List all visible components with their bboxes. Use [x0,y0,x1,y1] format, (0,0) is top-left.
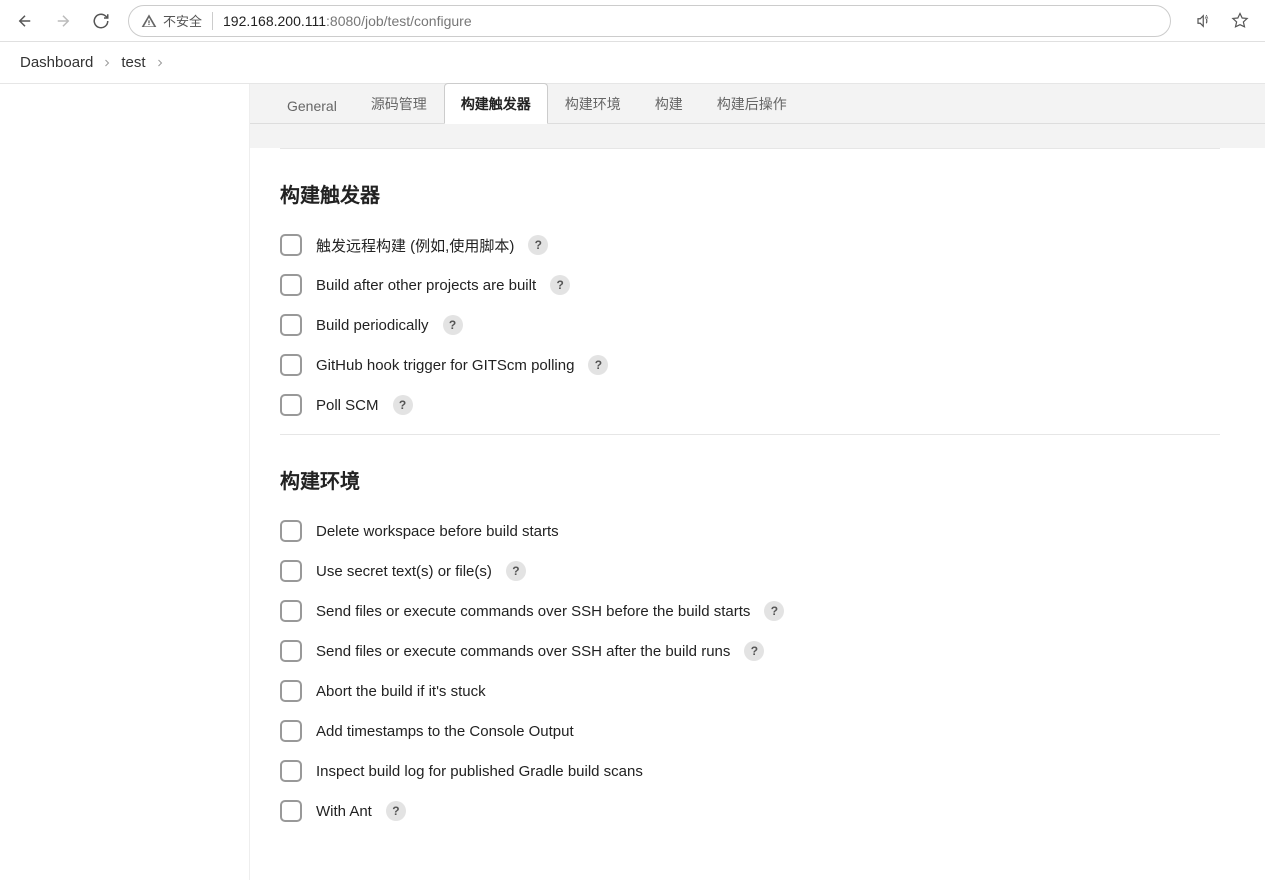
help-icon[interactable]: ? [550,275,570,295]
checkbox-poll-scm[interactable] [280,394,302,416]
help-icon[interactable]: ? [506,561,526,581]
section-title-env: 构建环境 [280,465,1220,494]
option-label: Abort the build if it's stuck [316,683,486,700]
option-label: Inspect build log for published Gradle b… [316,763,643,780]
option-with-ant: With Ant ? [280,800,1220,822]
checkbox-inspect-gradle[interactable] [280,760,302,782]
option-github-hook: GitHub hook trigger for GITScm polling ? [280,354,1220,376]
option-label: Build periodically [316,317,429,334]
back-button[interactable] [8,4,42,38]
help-icon[interactable]: ? [443,315,463,335]
tab-build[interactable]: 构建 [638,83,700,123]
checkbox-github-hook[interactable] [280,354,302,376]
option-poll-scm: Poll SCM ? [280,394,1220,416]
option-remote-trigger: 触发远程构建 (例如,使用脚本) ? [280,234,1220,256]
tab-build-env[interactable]: 构建环境 [548,83,638,123]
reload-button[interactable] [84,4,118,38]
option-label: Use secret text(s) or file(s) [316,563,492,580]
checkbox-add-timestamps[interactable] [280,720,302,742]
option-delete-workspace: Delete workspace before build starts [280,520,1220,542]
breadcrumb-dashboard[interactable]: Dashboard [20,54,93,71]
option-label: Send files or execute commands over SSH … [316,643,730,660]
checkbox-with-ant[interactable] [280,800,302,822]
browser-right-actions: A [1187,4,1257,38]
reload-icon [92,12,110,30]
option-build-periodically: Build periodically ? [280,314,1220,336]
insecure-label: 不安全 [163,11,202,30]
tab-scm[interactable]: 源码管理 [354,83,444,123]
checkbox-abort-if-stuck[interactable] [280,680,302,702]
arrow-left-icon [16,12,34,30]
help-icon[interactable]: ? [588,355,608,375]
option-build-after-others: Build after other projects are built ? [280,274,1220,296]
chevron-right-icon [154,57,166,69]
tab-build-triggers[interactable]: 构建触发器 [444,83,548,124]
forward-button[interactable] [46,4,80,38]
option-label: 触发远程构建 (例如,使用脚本) [316,235,514,256]
config-tabs: General 源码管理 构建触发器 构建环境 构建 构建后操作 [250,84,1265,124]
help-icon[interactable]: ? [386,801,406,821]
help-icon[interactable]: ? [764,601,784,621]
section-build-env: 构建环境 Delete workspace before build start… [280,435,1220,822]
warning-triangle-icon [141,13,157,29]
chevron-right-icon [101,57,113,69]
checkbox-delete-workspace[interactable] [280,520,302,542]
breadcrumb-job[interactable]: test [121,54,145,71]
checkbox-remote-trigger[interactable] [280,234,302,256]
option-label: Poll SCM [316,397,379,414]
option-label: Add timestamps to the Console Output [316,723,574,740]
option-label: Delete workspace before build starts [316,523,559,540]
read-aloud-icon: A [1195,12,1213,30]
option-label: With Ant [316,803,372,820]
option-inspect-gradle: Inspect build log for published Gradle b… [280,760,1220,782]
option-abort-if-stuck: Abort the build if it's stuck [280,680,1220,702]
option-ssh-before: Send files or execute commands over SSH … [280,600,1220,622]
favorites-button[interactable] [1223,4,1257,38]
checkbox-use-secret-texts[interactable] [280,560,302,582]
help-icon[interactable]: ? [393,395,413,415]
config-content: 构建触发器 触发远程构建 (例如,使用脚本) ? Build after oth… [250,148,1265,880]
url-text: 192.168.200.111:8080/job/test/configure [223,13,472,29]
left-sidebar [0,84,250,880]
option-label: Build after other projects are built [316,277,536,294]
option-label: Send files or execute commands over SSH … [316,603,750,620]
checkbox-ssh-before[interactable] [280,600,302,622]
option-use-secret-texts: Use secret text(s) or file(s) ? [280,560,1220,582]
address-bar[interactable]: 不安全 192.168.200.111:8080/job/test/config… [128,5,1171,37]
read-aloud-button[interactable]: A [1187,4,1221,38]
arrow-right-icon [54,12,72,30]
help-icon[interactable]: ? [744,641,764,661]
section-build-triggers: 构建触发器 触发远程构建 (例如,使用脚本) ? Build after oth… [280,149,1220,435]
option-label: GitHub hook trigger for GITScm polling [316,357,574,374]
tab-general[interactable]: General [270,87,354,123]
checkbox-build-periodically[interactable] [280,314,302,336]
checkbox-build-after-others[interactable] [280,274,302,296]
option-add-timestamps: Add timestamps to the Console Output [280,720,1220,742]
site-security-indicator[interactable]: 不安全 [141,11,202,30]
star-icon [1231,12,1249,30]
option-ssh-after: Send files or execute commands over SSH … [280,640,1220,662]
help-icon[interactable]: ? [528,235,548,255]
breadcrumb: Dashboard test [0,42,1265,84]
browser-toolbar: 不安全 192.168.200.111:8080/job/test/config… [0,0,1265,42]
section-title-triggers: 构建触发器 [280,179,1220,208]
tab-post-build[interactable]: 构建后操作 [700,83,804,123]
checkbox-ssh-after[interactable] [280,640,302,662]
address-separator [212,12,213,30]
